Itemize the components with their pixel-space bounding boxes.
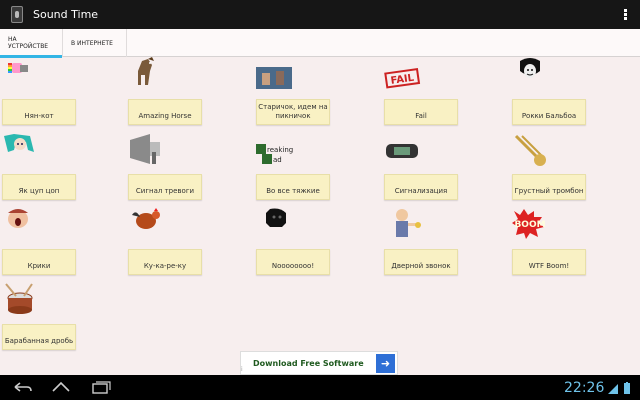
- sound-label: Ку-ка-ре-ку: [143, 262, 187, 270]
- tab-bar: НА УСТРОЙСТВЕ В ИНТЕРНЕТЕ: [0, 29, 640, 58]
- sound-tile[interactable]: Нян-кот: [2, 57, 76, 125]
- app-icon[interactable]: [11, 6, 23, 23]
- svg-text:BOOM: BOOM: [514, 220, 545, 230]
- sound-label: Дверной звонок: [391, 262, 451, 270]
- sound-tile[interactable]: Крики: [2, 207, 76, 275]
- megaphone-icon: [130, 134, 160, 164]
- doorbell-man-icon: [396, 209, 421, 237]
- ad-text[interactable]: Download Free Software: [253, 359, 376, 368]
- car-alarm-remote-icon: [386, 144, 418, 158]
- fail-stamp-icon: FAIL: [384, 67, 421, 89]
- clock: 22:26: [564, 380, 605, 396]
- sound-tile[interactable]: Noooooooo!: [256, 207, 330, 275]
- sound-grid: Нян-кот Amazing Horse Старичок, идем на …: [0, 57, 640, 352]
- action-bar: Sound Time: [0, 0, 640, 29]
- sound-label: Барабанная дробь: [4, 337, 74, 345]
- svg-text:ad: ad: [273, 156, 282, 164]
- sound-tile[interactable]: Грустный тромбон: [512, 132, 586, 200]
- sound-label: Грустный тромбон: [514, 187, 584, 195]
- tab-on-device[interactable]: НА УСТРОЙСТВЕ: [0, 29, 63, 58]
- sound-tile[interactable]: Сигнал тревоги: [128, 132, 202, 200]
- sound-tile[interactable]: Ку-ка-ре-ку: [128, 207, 202, 275]
- rooster-icon: [132, 208, 160, 229]
- sound-tile[interactable]: Барабанная дробь: [2, 282, 76, 350]
- horse-icon: [138, 57, 154, 85]
- home-icon[interactable]: [50, 379, 72, 395]
- sound-tile[interactable]: Як цуп цоп: [2, 132, 76, 200]
- sound-label: WTF Boom!: [528, 262, 570, 270]
- system-nav-bar: 22:26: [0, 375, 640, 400]
- sound-label: Fail: [415, 112, 427, 120]
- ad-banner[interactable]: Download Free Software ➜ i: [240, 351, 398, 375]
- darth-vader-icon: [266, 208, 286, 227]
- sound-label: Во все тяжкие: [266, 187, 320, 195]
- sound-tile[interactable]: reaking ad Во все тяжкие: [256, 132, 330, 200]
- sound-tile[interactable]: Сигнализация: [384, 132, 458, 200]
- nyan-cat-icon: [8, 63, 28, 73]
- sound-tile[interactable]: FAIL Fail: [384, 57, 458, 125]
- tab-label: В ИНТЕРНЕТЕ: [71, 39, 113, 47]
- sound-label: Сигнализация: [394, 187, 448, 195]
- tab-online[interactable]: В ИНТЕРНЕТЕ: [63, 29, 127, 57]
- sound-label: Сигнал тревоги: [135, 187, 195, 195]
- sound-tile[interactable]: Дверной звонок: [384, 207, 458, 275]
- ad-info-icon[interactable]: i: [241, 366, 249, 374]
- screaming-face-icon: [8, 209, 28, 228]
- boom-icon: BOOM: [512, 209, 546, 239]
- sound-label: Як цуп цоп: [18, 187, 60, 195]
- sound-label: Крики: [27, 262, 51, 270]
- sound-tile[interactable]: Amazing Horse: [128, 57, 202, 125]
- back-icon[interactable]: [11, 379, 33, 395]
- sound-label: Noooooooo!: [271, 262, 315, 270]
- tab-label: НА УСТРОЙСТВЕ: [8, 36, 49, 50]
- sound-tile[interactable]: Рокки Бальбоа: [512, 57, 586, 125]
- drum-icon: [5, 283, 33, 314]
- sound-label: Нян-кот: [24, 112, 54, 120]
- sound-tile[interactable]: BOOM WTF Boom!: [512, 207, 586, 275]
- rocky-face-icon: [520, 58, 540, 78]
- app-title: Sound Time: [33, 8, 99, 21]
- recent-apps-icon[interactable]: [90, 379, 112, 395]
- sound-label: Рокки Бальбоа: [521, 112, 577, 120]
- sound-tile[interactable]: Старичок, идем на пикничок: [256, 57, 330, 125]
- overflow-menu-icon[interactable]: [624, 9, 627, 20]
- picnic-photo-icon: [256, 67, 292, 89]
- sound-label: Старичок, идем на пикничок: [258, 103, 328, 120]
- svg-text:reaking: reaking: [267, 146, 293, 154]
- sound-label: Amazing Horse: [138, 112, 192, 120]
- signal-battery-icon[interactable]: [608, 382, 634, 394]
- anime-girl-icon: [4, 134, 34, 152]
- arrow-right-icon[interactable]: ➜: [376, 353, 395, 373]
- trombone-icon: [514, 134, 546, 166]
- breaking-bad-logo-icon: reaking ad: [256, 144, 293, 164]
